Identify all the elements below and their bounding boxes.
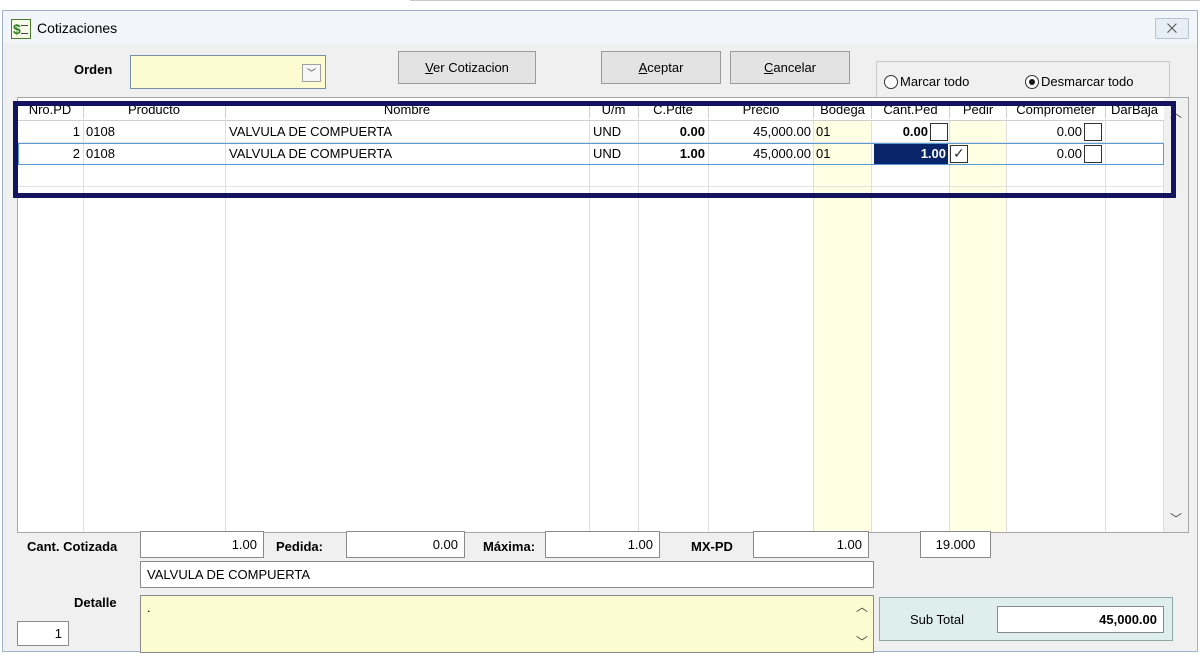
selection-highlight-box xyxy=(13,101,1176,198)
cancelar-label: ancelar xyxy=(773,60,817,75)
chevron-down-icon[interactable]: ﹀ xyxy=(302,64,321,82)
aceptar-hotkey: A xyxy=(638,60,648,75)
product-name: VALVULA DE COMPUERTA xyxy=(147,567,311,582)
orden-combo[interactable]: ﹀ xyxy=(130,55,326,89)
cant-cotizada-field[interactable]: 1.00 xyxy=(140,531,264,558)
ver-cotizacion-label: er Cotizacion xyxy=(433,60,509,75)
cancelar-hotkey: C xyxy=(763,60,774,75)
pedida-field[interactable]: 0.00 xyxy=(346,531,465,558)
scroll-down-icon[interactable]: ﹀ xyxy=(1164,510,1188,530)
mxpd-label: MX-PD xyxy=(691,539,733,554)
extra-value-field[interactable]: 19.000 xyxy=(920,531,991,558)
line-number: 1 xyxy=(54,626,62,641)
close-icon: ⨉ xyxy=(1166,21,1178,36)
detalle-label: Detalle xyxy=(74,595,117,610)
product-name-field[interactable]: VALVULA DE COMPUERTA xyxy=(140,561,874,588)
mark-options-group: Marcar todo Desmarcar todo xyxy=(876,61,1170,99)
aceptar-label: ceptar xyxy=(647,60,684,75)
scroll-up-icon[interactable]: ︿ xyxy=(856,598,868,615)
cant-cotizada-label: Cant. Cotizada xyxy=(27,539,118,554)
desmarcar-todo-label: Desmarcar todo xyxy=(1041,74,1134,89)
radio-unselected-icon xyxy=(884,75,898,89)
top-border-line xyxy=(410,0,1200,1)
radio-selected-icon xyxy=(1025,75,1039,89)
maxima-label: Máxima: xyxy=(483,539,536,554)
cant-cotizada-value: 1.00 xyxy=(231,537,257,552)
cancelar-button[interactable]: Cancelar xyxy=(730,51,850,84)
mxpd-value: 1.00 xyxy=(836,537,862,552)
maxima-field[interactable]: 1.00 xyxy=(545,531,660,558)
maxima-value: 1.00 xyxy=(627,537,653,552)
extra-value: 19.000 xyxy=(935,537,976,552)
aceptar-button[interactable]: Aceptar xyxy=(601,51,721,84)
mxpd-field[interactable]: 1.00 xyxy=(753,531,869,558)
ver-cotizacion-hotkey: V xyxy=(425,60,434,75)
subtotal-panel: Sub Total 45,000.00 xyxy=(879,597,1173,641)
detalle-scrollbar[interactable]: ︿ ﹀ xyxy=(853,596,873,652)
marcar-todo-radio[interactable]: Marcar todo xyxy=(884,74,969,89)
window-title: Cotizaciones xyxy=(37,20,118,36)
pedida-value: 0.00 xyxy=(432,537,458,552)
cotizaciones-window: $ Cotizaciones ⨉ Orden ﹀ Ver Cotizacion … xyxy=(2,10,1198,653)
cotizacion-doc-icon: $ xyxy=(11,19,31,39)
orden-label: Orden xyxy=(74,62,113,77)
line-number-field[interactable]: 1 xyxy=(17,621,69,646)
desmarcar-todo-radio[interactable]: Desmarcar todo xyxy=(1025,74,1133,89)
scroll-down-icon[interactable]: ﹀ xyxy=(856,633,868,650)
detalle-value: . xyxy=(147,600,151,615)
marcar-todo-label: Marcar todo xyxy=(900,74,970,89)
ver-cotizacion-button[interactable]: Ver Cotizacion xyxy=(398,51,536,84)
title-bar[interactable]: $ Cotizaciones ⨉ xyxy=(3,11,1197,43)
subtotal-label: Sub Total xyxy=(910,612,964,627)
pedida-label: Pedida: xyxy=(276,539,323,554)
subtotal-value: 45,000.00 xyxy=(1099,612,1157,627)
close-button[interactable]: ⨉ xyxy=(1155,18,1189,39)
subtotal-field[interactable]: 45,000.00 xyxy=(997,606,1164,633)
detalle-textarea[interactable]: . ︿ ﹀ xyxy=(140,595,874,653)
